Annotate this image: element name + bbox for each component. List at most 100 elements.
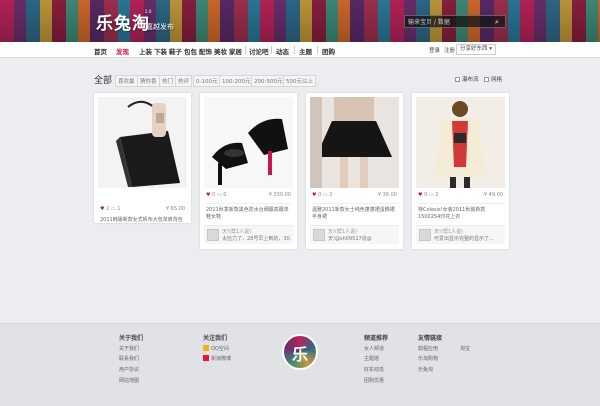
waterfall-label: 瀑布流 xyxy=(462,77,479,83)
avatar[interactable] xyxy=(419,229,431,241)
footer-logo[interactable]: 乐 xyxy=(282,334,318,370)
nav-divider xyxy=(317,46,318,54)
footer-link[interactable]: 主题馆 xyxy=(364,355,379,362)
product-image-heels[interactable] xyxy=(204,97,293,188)
qq-zone-icon xyxy=(203,345,209,351)
nav-item-shoes[interactable]: 鞋子 xyxy=(169,46,182,56)
product-description[interactable]: 特Colesis!女装2011秋装新款1500254印花上衣 xyxy=(418,203,504,221)
filter-tag-hot[interactable]: 热门 xyxy=(159,75,177,87)
card-comment: 天!(帮1人说) 天!@sh09517说@ xyxy=(310,225,399,244)
heart-icon[interactable]: ♥ xyxy=(100,206,104,212)
product-description[interactable]: 2011秋季新款黑色防水台细跟高跟单鞋女鞋 xyxy=(206,203,292,221)
product-description[interactable]: 2011韩版新款女式帆布大包单肩背包 xyxy=(100,217,186,223)
nav-item-bags[interactable]: 包包 xyxy=(184,46,197,56)
nav-item-activity[interactable]: 动态 xyxy=(276,46,289,56)
comment-user[interactable]: 天!(帮1人说) xyxy=(434,228,463,235)
nav-item-home-goods[interactable]: 家居 xyxy=(229,46,242,56)
product-image-bag[interactable] xyxy=(98,97,187,188)
site-logo[interactable]: 乐兔淘 xyxy=(96,9,150,34)
comment-icon[interactable]: ▭ xyxy=(111,206,116,212)
footer-link[interactable]: 团购优惠 xyxy=(364,377,384,384)
qq-zone-link[interactable]: QQ空间 xyxy=(203,345,229,352)
filter-tag-price-500-plus[interactable]: 500元以上 xyxy=(283,75,316,87)
comment-count: 2 xyxy=(329,192,333,198)
avatar[interactable] xyxy=(207,229,219,241)
nav-item-forum[interactable]: 讨论吧 xyxy=(249,46,269,56)
like-count: 0 xyxy=(212,192,216,198)
grid-toggle[interactable]: 网格 xyxy=(484,75,502,83)
weibo-label: 新浪微博 xyxy=(211,356,232,362)
filter-tag-price-200-500[interactable]: 200-500元 xyxy=(251,75,286,87)
footer-about-title: 关于我们 xyxy=(119,335,144,342)
heart-icon[interactable]: ♥ xyxy=(312,192,316,198)
product-card[interactable]: ♥ 0 ▭ 2 ¥ 36.00 温雅2011新款女士纯色蓬蓬裙蛋糕裙半身裙 天!… xyxy=(306,93,403,249)
product-price: ¥ 330.00 xyxy=(268,192,291,198)
nav-item-beauty[interactable]: 美妆 xyxy=(214,46,227,56)
search-box: ⌕ xyxy=(404,15,506,28)
card-stats: ♥ 0 ▭ 2 ¥ 36.00 xyxy=(312,192,397,200)
comment-user[interactable]: 天!(帮1人说) xyxy=(222,228,251,235)
filter-tag-reviews[interactable]: 热评 xyxy=(175,75,193,87)
product-price: ¥ 49.00 xyxy=(483,192,503,198)
site-footer: 关于我们 关于我们 联系我们 用户协议 网站地图 关注我们 QQ空间 新浪微博 … xyxy=(0,323,600,406)
nav-item-accessories[interactable]: 配饰 xyxy=(199,46,212,56)
weibo-icon xyxy=(203,355,209,361)
footer-link[interactable]: 女人频道 xyxy=(364,345,384,352)
card-comment: 天!(帮1人说) 可爱出显示完整的显示了... xyxy=(416,225,505,244)
checkbox-icon xyxy=(455,77,460,82)
footer-link[interactable]: 网站地图 xyxy=(119,377,139,384)
comment-user[interactable]: 天!(帮1人说) xyxy=(328,228,357,235)
header-banner-shade xyxy=(0,0,600,42)
nav-item-tops[interactable]: 上装 xyxy=(139,46,152,56)
comment-icon[interactable]: ▭ xyxy=(217,192,222,198)
nav-item-home[interactable]: 首页 xyxy=(94,46,107,56)
product-card[interactable]: ♥ 0 ▭ 2 ¥ 49.00 特Colesis!女装2011秋装新款15002… xyxy=(412,93,509,249)
waterfall-toggle[interactable]: 瀑布流 xyxy=(455,75,479,83)
footer-link[interactable]: 乐淘购物 xyxy=(418,355,438,362)
filter-tag-price-100-200[interactable]: 100-200元 xyxy=(219,75,254,87)
product-card[interactable]: ♥ 2 ▭ 1 ¥ 65.00 2011韩版新款女式帆布大包单肩背包 xyxy=(94,93,191,223)
comment-count: 1 xyxy=(117,206,121,212)
comment-text: 天!@sh09517说@ xyxy=(328,236,372,242)
login-link[interactable]: 登录 xyxy=(429,46,440,54)
checkbox-icon xyxy=(484,77,489,82)
like-count: 0 xyxy=(424,192,428,198)
share-button[interactable]: 分享好东西 ▾ xyxy=(456,44,497,55)
nav-item-topics[interactable]: 主题 xyxy=(299,46,312,56)
product-description[interactable]: 温雅2011新款女士纯色蓬蓬裙蛋糕裙半身裙 xyxy=(312,203,398,221)
heart-icon[interactable]: ♥ xyxy=(206,192,210,198)
main-nav: 首页 发现 上装 下装 鞋子 包包 配饰 美妆 家居 讨论吧 动态 主题 团购 … xyxy=(0,42,600,58)
search-icon[interactable]: ⌕ xyxy=(492,17,502,27)
comment-count: 0 xyxy=(223,192,227,198)
filter-tag-favorite[interactable]: 喜欢最 xyxy=(115,75,138,87)
nav-item-bottoms[interactable]: 下装 xyxy=(154,46,167,56)
footer-link[interactable]: 鼎程应用 xyxy=(418,345,438,352)
footer-channels-title: 频道推荐 xyxy=(364,335,389,342)
comment-icon[interactable]: ▭ xyxy=(429,192,434,198)
filter-tag-price-0-100[interactable]: 0-100元 xyxy=(193,75,221,87)
search-input[interactable] xyxy=(408,17,488,27)
product-image-skirt[interactable] xyxy=(310,97,399,188)
nav-item-groupbuy[interactable]: 团购 xyxy=(322,46,335,56)
footer-link[interactable]: 淘宝 xyxy=(460,345,470,352)
footer-logo-text: 乐 xyxy=(291,345,308,364)
register-link[interactable]: 注册 xyxy=(444,46,455,54)
card-stats: ♥ 2 ▭ 1 ¥ 65.00 xyxy=(100,206,185,214)
product-image-cardigan[interactable] xyxy=(416,97,505,188)
heart-icon[interactable]: ♥ xyxy=(418,192,422,198)
like-count: 2 xyxy=(106,206,110,212)
footer-link[interactable]: 乐兔淘 xyxy=(418,366,433,373)
product-card[interactable]: ♥ 0 ▭ 0 ¥ 330.00 2011秋季新款黑色防水台细跟高跟单鞋女鞋 天… xyxy=(200,93,297,249)
footer-link[interactable]: 好东动态 xyxy=(364,366,384,373)
comment-count: 2 xyxy=(435,192,439,198)
footer-link[interactable]: 关于我们 xyxy=(119,345,139,352)
filter-tag-guess[interactable]: 猜你喜 xyxy=(137,75,160,87)
avatar[interactable] xyxy=(313,229,325,241)
footer-link[interactable]: 联系我们 xyxy=(119,355,139,362)
footer-link[interactable]: 用户协议 xyxy=(119,366,139,373)
qq-zone-label: QQ空间 xyxy=(211,346,229,352)
nav-item-discover[interactable]: 发现 xyxy=(116,46,129,56)
grid-label: 网格 xyxy=(491,77,503,83)
weibo-link[interactable]: 新浪微博 xyxy=(203,355,231,362)
comment-icon[interactable]: ▭ xyxy=(323,192,328,198)
